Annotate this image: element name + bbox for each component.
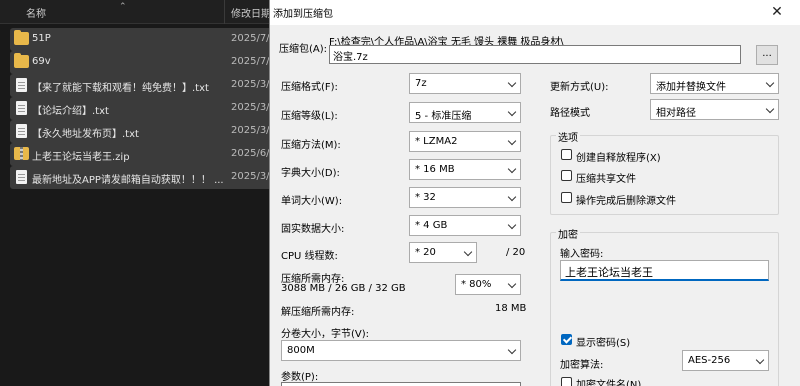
parameters-input[interactable] (281, 382, 521, 386)
memory-detail: 3088 MB / 26 GB / 32 GB (281, 283, 406, 294)
show-password-checkbox[interactable] (561, 334, 572, 345)
update-mode-label: 更新方式(U): (550, 82, 609, 93)
password-value: 上老王论坛当老王 (565, 266, 653, 279)
add-to-archive-dialog: 添加到压缩包 ✕ 压缩包(A): F:\检查完\个人作品\A\浴宝 无毛 馒头 … (269, 0, 800, 386)
shared-files-checkbox[interactable] (561, 170, 572, 181)
encrypt-names-label: 加密文件名(N) (576, 380, 642, 386)
text-file-icon (16, 170, 27, 184)
level-label: 压缩等级(L): (281, 111, 338, 122)
encryption-method-label: 加密算法: (560, 360, 604, 371)
delete-after-label: 操作完成后删除源文件 (576, 196, 676, 207)
sfx-checkbox[interactable] (561, 149, 572, 160)
encryption-method-value: AES-256 (688, 355, 731, 366)
archive-label: 压缩包(A): (279, 44, 328, 55)
encryption-method-select[interactable]: AES-256 (682, 350, 769, 371)
archive-name-combo[interactable]: 浴宝.7z (329, 45, 741, 64)
method-select[interactable]: * LZMA2 (409, 131, 521, 152)
column-date[interactable]: 修改日期 (231, 5, 271, 20)
solid-size-select[interactable]: * 4 GB (409, 215, 521, 236)
cpu-threads-label: CPU 线程数: (281, 251, 338, 262)
options-title: 选项 (556, 129, 580, 144)
chevron-down-icon (509, 109, 516, 116)
word-size-value: * 32 (415, 192, 436, 203)
split-size-value: 800M (287, 345, 315, 356)
file-name: 51P (32, 33, 51, 44)
encrypt-names-checkbox[interactable] (561, 377, 572, 386)
word-size-label: 单词大小(W): (281, 196, 343, 207)
parameters-label: 参数(P): (281, 372, 319, 383)
show-password-label: 显示密码(S) (576, 338, 631, 349)
method-label: 压缩方法(M): (281, 140, 341, 151)
delete-after-checkbox[interactable] (561, 192, 572, 203)
chevron-down-icon (509, 166, 516, 173)
chevron-down-icon (509, 347, 516, 354)
dialog-title: 添加到压缩包 (273, 9, 333, 20)
file-name: 最新地址及APP请发邮箱自动获取！！！ ... (32, 175, 224, 186)
archive-name-value: 浴宝.7z (333, 52, 368, 63)
chevron-down-icon (767, 80, 774, 87)
encryption-title: 加密 (556, 226, 580, 241)
update-mode-value: 添加并替换文件 (656, 82, 726, 93)
update-mode-select[interactable]: 添加并替换文件 (650, 73, 779, 94)
chevron-down-icon (728, 51, 735, 58)
file-name: 【来了就能下载和观看！纯免费！】.txt (32, 83, 209, 94)
format-value: 7z (415, 78, 427, 89)
chevron-down-icon (757, 357, 764, 364)
chevron-down-icon (509, 138, 516, 145)
chevron-down-icon (465, 249, 472, 256)
close-icon[interactable]: ✕ (762, 3, 792, 21)
memory-percent-select[interactable]: * 80% (455, 274, 521, 295)
dialog-titlebar: 添加到压缩包 ✕ (270, 0, 800, 25)
file-name: 上老王论坛当老王.zip (32, 152, 130, 163)
chevron-down-icon (509, 281, 516, 288)
dictionary-select[interactable]: * 16 MB (409, 159, 521, 180)
split-size-label: 分卷大小，字节(V): (281, 329, 370, 340)
chevron-down-icon (509, 194, 516, 201)
chevron-down-icon (509, 80, 516, 87)
word-size-select[interactable]: * 32 (409, 187, 521, 208)
solid-size-value: * 4 GB (415, 220, 448, 231)
file-name: 【永久地址发布页】.txt (32, 129, 139, 140)
file-name: 【论坛介绍】.txt (32, 106, 109, 117)
cpu-threads-value: * 20 (415, 247, 436, 258)
level-select[interactable]: 5 - 标准压缩 (409, 102, 521, 123)
sort-caret-icon: ⌃ (119, 2, 127, 12)
level-value: 5 - 标准压缩 (415, 111, 472, 122)
cpu-threads-select[interactable]: * 20 (409, 242, 477, 263)
format-label: 压缩格式(F): (281, 82, 338, 93)
path-mode-select[interactable]: 相对路径 (650, 99, 779, 120)
column-separator[interactable] (224, 0, 225, 24)
shared-files-label: 压缩共享文件 (576, 174, 636, 185)
solid-size-label: 固实数据大小: (281, 224, 345, 235)
text-file-icon (16, 124, 27, 138)
decompress-memory-value: 18 MB (495, 303, 527, 314)
password-input[interactable]: 上老王论坛当老王 (560, 260, 769, 281)
chevron-down-icon (767, 106, 774, 113)
memory-percent-value: * 80% (461, 279, 492, 290)
chevron-down-icon (509, 222, 516, 229)
dictionary-value: * 16 MB (415, 164, 455, 175)
text-file-icon (16, 101, 27, 115)
folder-icon (14, 30, 29, 45)
folder-icon (14, 53, 29, 68)
browse-button[interactable]: ... (756, 45, 778, 65)
path-mode-label: 路径模式 (550, 108, 590, 119)
column-name[interactable]: 名称 (26, 5, 46, 20)
password-label: 输入密码: (560, 249, 604, 260)
format-select[interactable]: 7z (409, 73, 521, 94)
text-file-icon (16, 78, 27, 92)
method-value: * LZMA2 (415, 136, 458, 147)
path-mode-value: 相对路径 (656, 108, 696, 119)
dictionary-label: 字典大小(D): (281, 168, 340, 179)
file-name: 69v (32, 56, 51, 67)
cpu-threads-total: / 20 (506, 247, 526, 258)
sfx-label: 创建自释放程序(X) (576, 153, 661, 164)
split-size-combo[interactable]: 800M (281, 340, 521, 361)
zip-file-icon (14, 147, 29, 160)
decompress-memory-label: 解压缩所需内存: (281, 307, 355, 318)
